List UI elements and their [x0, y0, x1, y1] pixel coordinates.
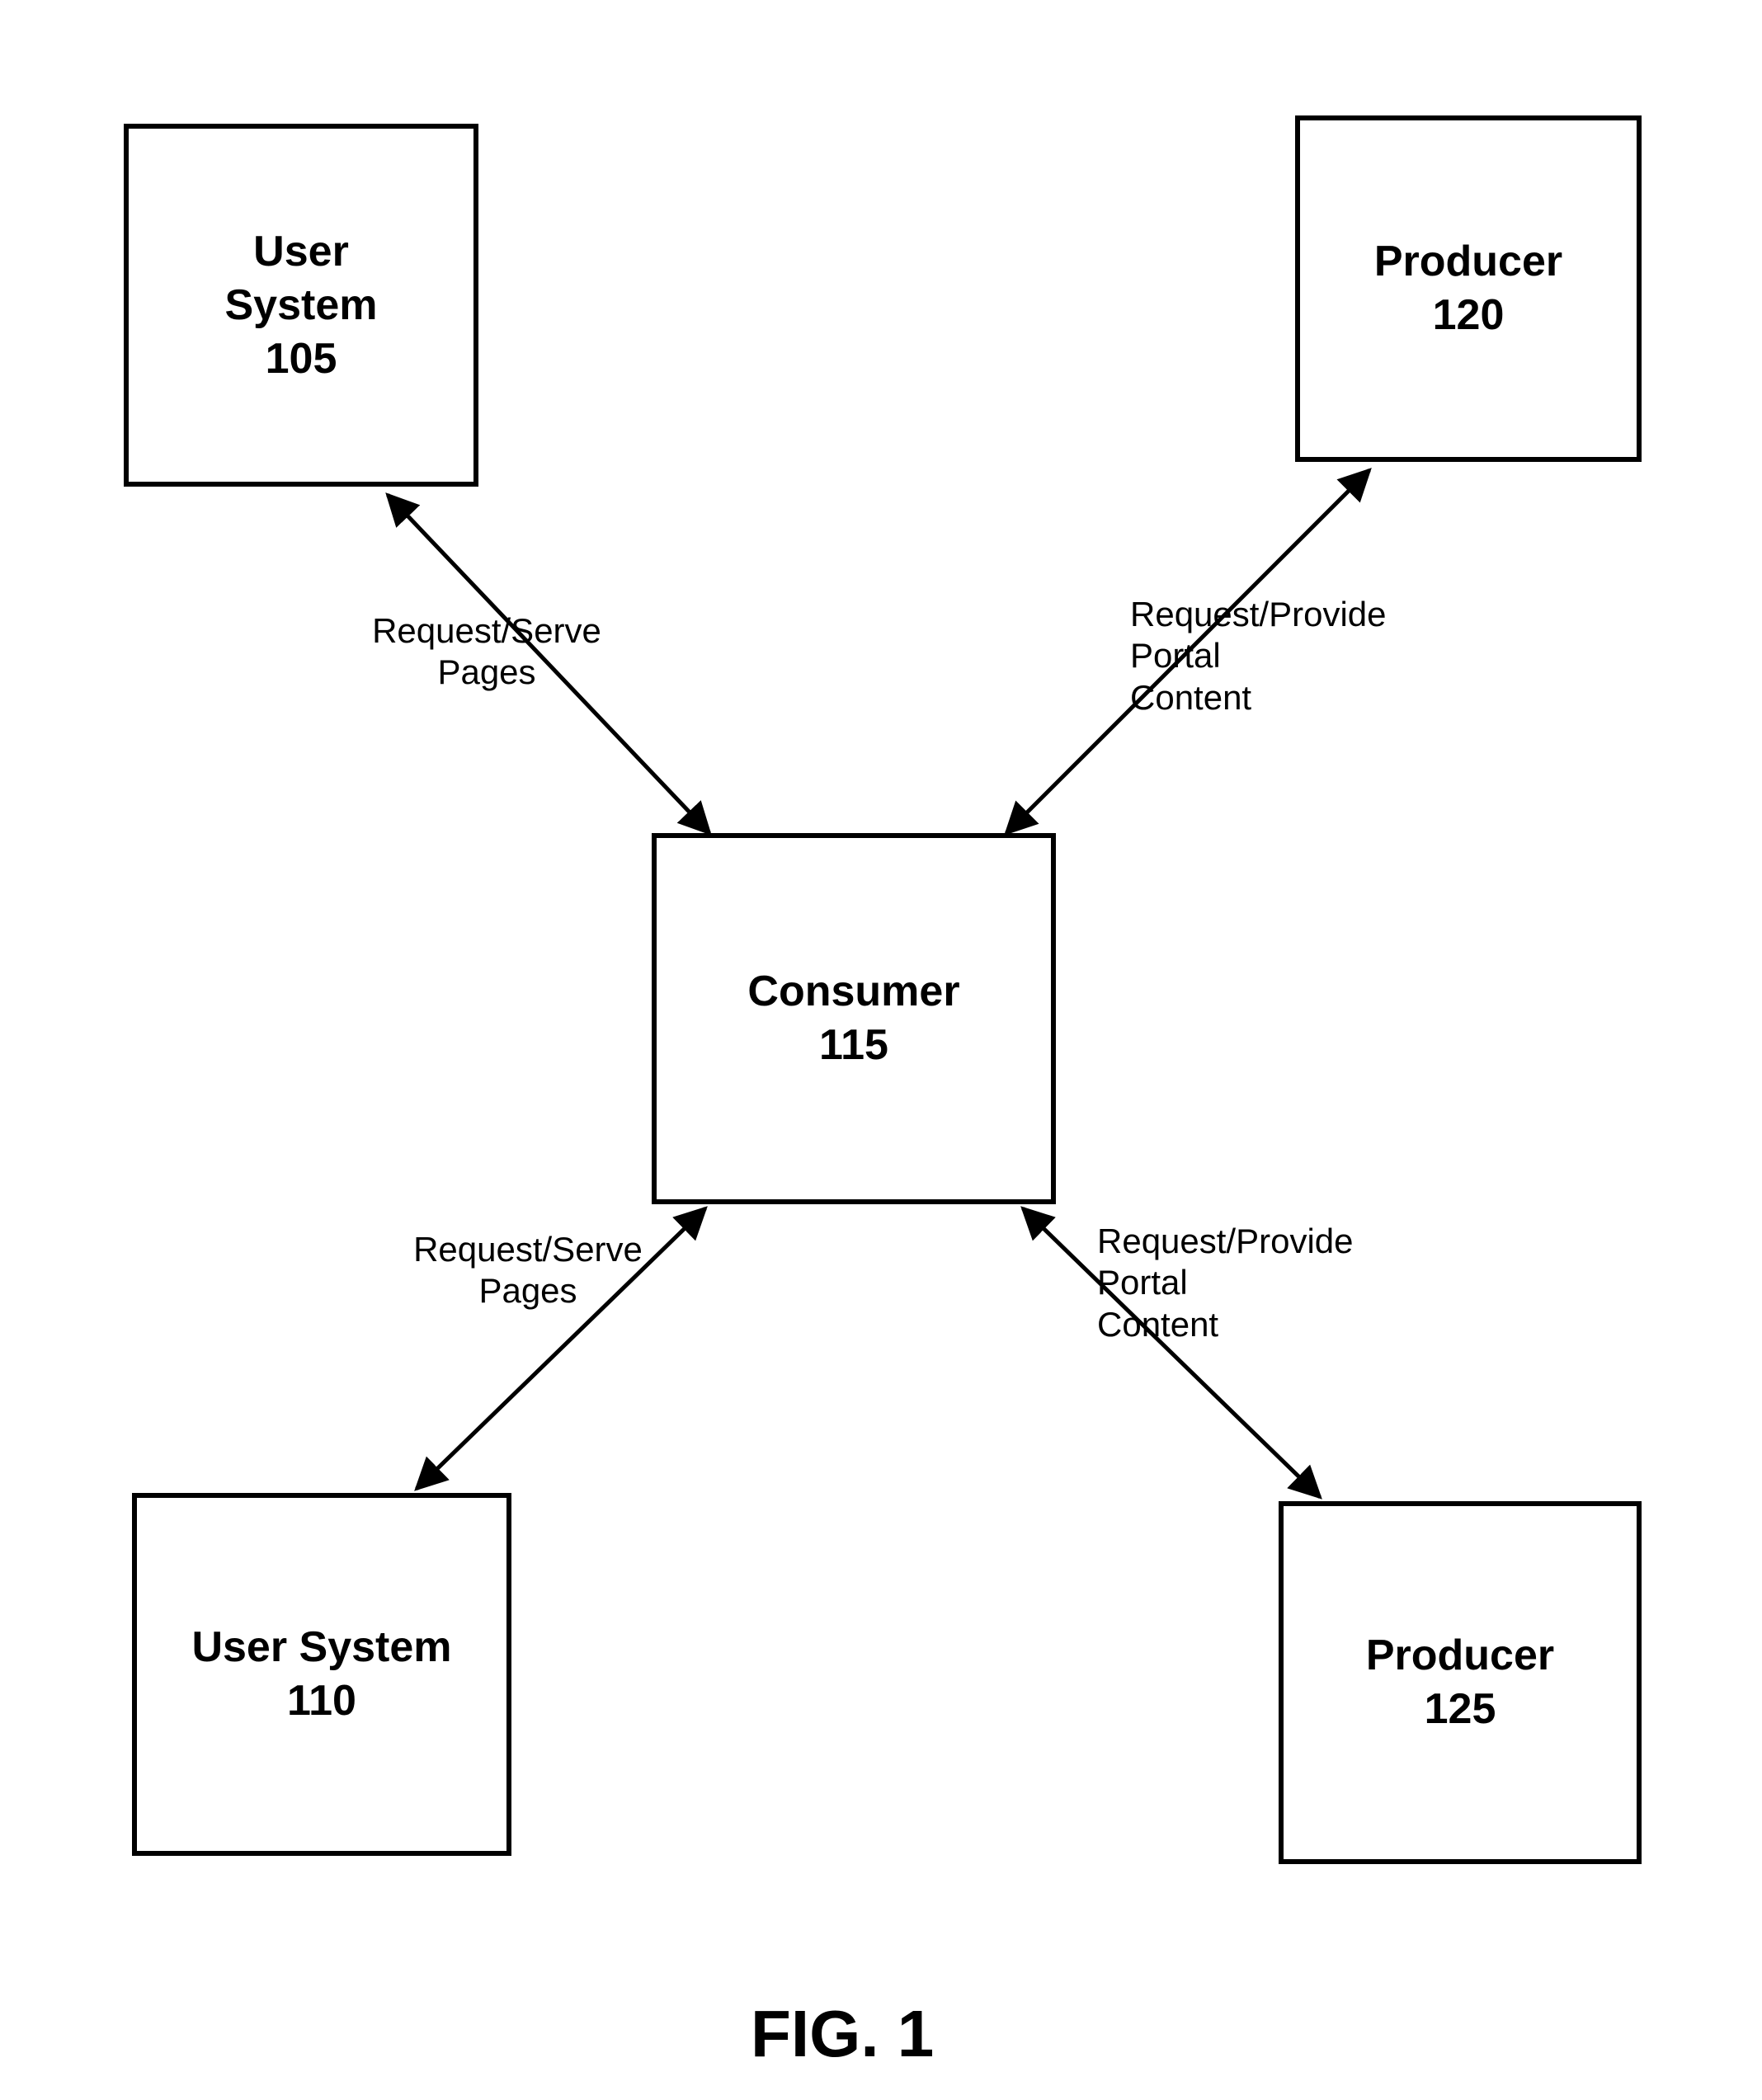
node-number: 120: [1433, 289, 1505, 342]
node-user-system-105: User System 105: [124, 124, 478, 487]
edge-label-top-left: Request/Serve Pages: [330, 610, 643, 694]
node-label: Producer: [1366, 1629, 1554, 1683]
node-number: 105: [266, 332, 337, 386]
node-label: User System: [191, 1621, 451, 1674]
diagram-canvas: User System 105 Producer 120 Consumer 11…: [0, 0, 1762, 2100]
edge-label-bottom-left: Request/Serve Pages: [371, 1229, 685, 1312]
node-producer-120: Producer 120: [1295, 115, 1642, 462]
node-number: 110: [287, 1674, 356, 1728]
node-label: Producer: [1374, 235, 1562, 289]
node-number: 125: [1425, 1683, 1496, 1736]
node-producer-125: Producer 125: [1279, 1501, 1642, 1864]
figure-caption: FIG. 1: [751, 1996, 934, 2072]
node-label: User System: [225, 225, 378, 332]
edge-label-bottom-right: Request/Provide Portal Content: [1097, 1221, 1444, 1345]
edge-label-top-right: Request/Provide Portal Content: [1130, 594, 1477, 718]
node-label: Consumer: [747, 965, 959, 1019]
node-user-system-110: User System 110: [132, 1493, 511, 1856]
node-number: 115: [819, 1019, 888, 1072]
node-consumer-115: Consumer 115: [652, 833, 1056, 1204]
